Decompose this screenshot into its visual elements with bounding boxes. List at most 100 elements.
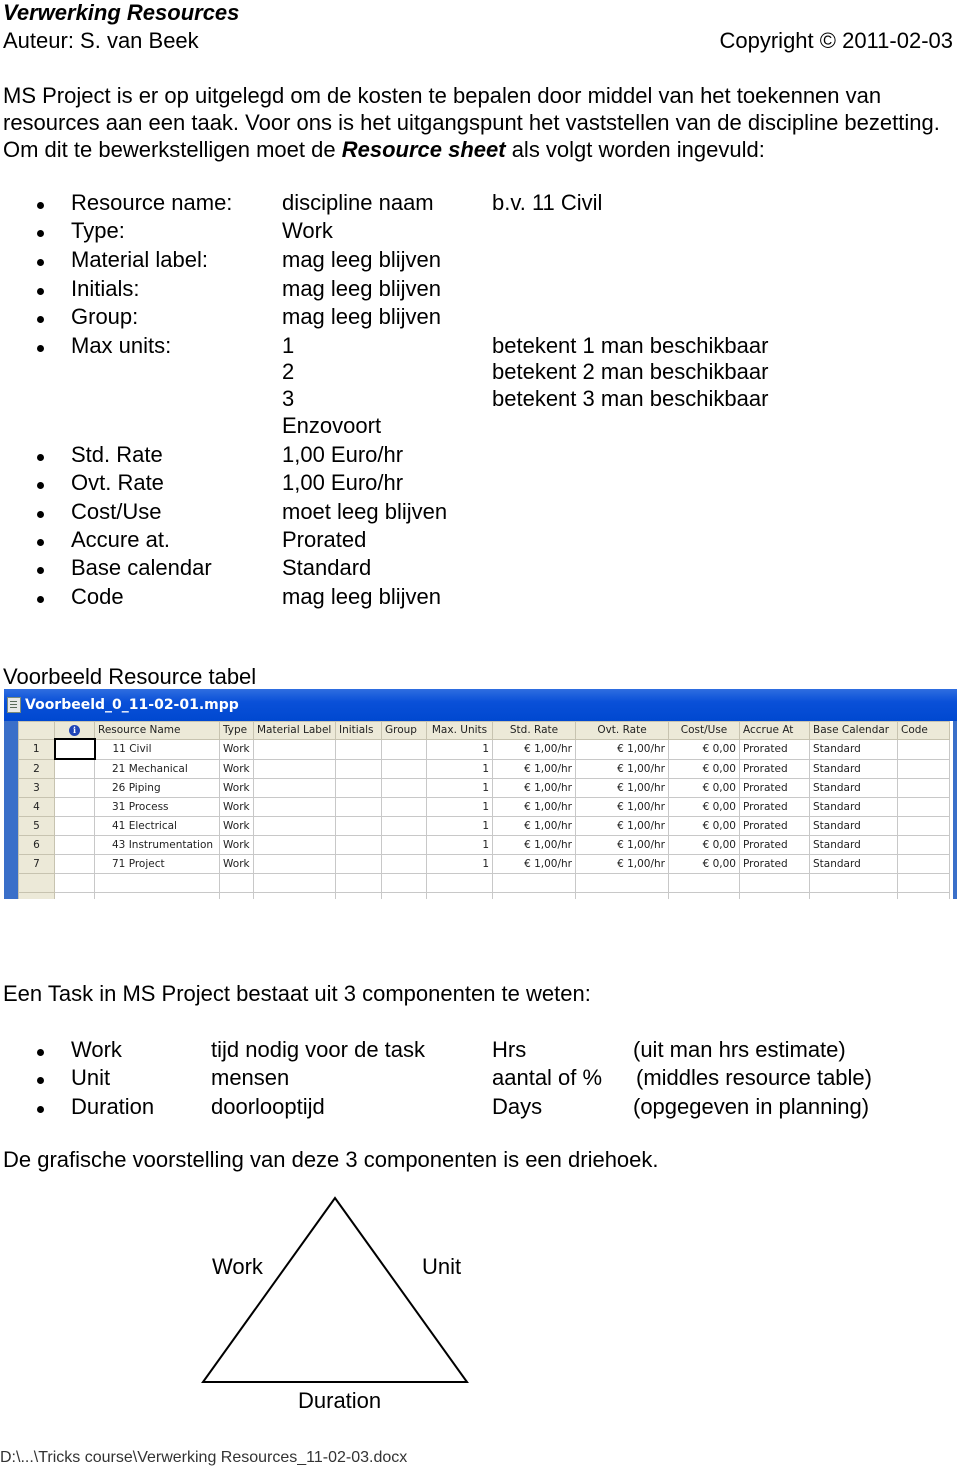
empty-cell[interactable]: [492, 873, 576, 893]
material-label-cell[interactable]: [253, 778, 336, 798]
empty-cell[interactable]: [575, 873, 669, 893]
column-header-material-label[interactable]: Material Label: [253, 721, 336, 740]
group-cell[interactable]: [381, 778, 427, 798]
base-calendar-cell[interactable]: Standard: [809, 854, 898, 874]
column-header-code[interactable]: Code: [897, 721, 950, 740]
std-rate-cell[interactable]: € 1,00/hr: [492, 738, 576, 760]
accrue-at-cell[interactable]: Prorated: [739, 835, 810, 855]
cost-use-cell[interactable]: € 0,00: [668, 816, 740, 836]
indicator-cell[interactable]: [54, 854, 95, 874]
cost-use-cell[interactable]: € 0,00: [668, 778, 740, 798]
column-header-std-rate[interactable]: Std. Rate: [492, 721, 576, 740]
resource-name-cell[interactable]: 41 Electrical: [94, 816, 220, 836]
material-label-cell[interactable]: [253, 816, 336, 836]
column-header-accrue-at[interactable]: Accrue At: [739, 721, 810, 740]
empty-cell[interactable]: [809, 873, 898, 893]
type-cell[interactable]: Work: [219, 758, 254, 779]
code-cell[interactable]: [897, 854, 950, 874]
row-number[interactable]: 5: [18, 816, 55, 836]
material-label-cell[interactable]: [253, 797, 336, 817]
accrue-at-cell[interactable]: Prorated: [739, 758, 810, 779]
indicator-cell[interactable]: [54, 778, 95, 798]
row-number[interactable]: 4: [18, 797, 55, 817]
initials-cell[interactable]: [335, 797, 382, 817]
material-label-cell[interactable]: [253, 854, 336, 874]
empty-cell[interactable]: [897, 873, 950, 893]
empty-cell[interactable]: [94, 892, 220, 899]
indicator-cell[interactable]: [53, 738, 96, 760]
code-cell[interactable]: [897, 835, 950, 855]
initials-cell[interactable]: [335, 758, 382, 779]
cost-use-cell[interactable]: € 0,00: [668, 797, 740, 817]
empty-cell[interactable]: [219, 892, 254, 899]
cost-use-cell[interactable]: € 0,00: [668, 758, 740, 779]
table-row[interactable]: 3 26 Piping Work 1 € 1,00/hr € 1,00/hr € 0,00 P…: [18, 778, 950, 798]
empty-cell[interactable]: [335, 892, 382, 899]
cost-use-cell[interactable]: € 0,00: [668, 854, 740, 874]
empty-cell[interactable]: [18, 873, 55, 893]
type-cell[interactable]: Work: [219, 778, 254, 798]
table-row[interactable]: 7 71 Project Work 1 € 1,00/hr € 1,00/hr € 0,00…: [18, 854, 950, 874]
ovt-rate-cell[interactable]: € 1,00/hr: [575, 816, 669, 836]
ovt-rate-cell[interactable]: € 1,00/hr: [575, 738, 669, 760]
base-calendar-cell[interactable]: Standard: [809, 738, 898, 760]
row-number[interactable]: 6: [18, 835, 55, 855]
empty-cell[interactable]: [668, 892, 740, 899]
indicator-cell[interactable]: [54, 835, 95, 855]
cost-use-cell[interactable]: € 0,00: [668, 835, 740, 855]
group-cell[interactable]: [381, 816, 427, 836]
column-header-max-units[interactable]: Max. Units: [426, 721, 493, 740]
std-rate-cell[interactable]: € 1,00/hr: [492, 835, 576, 855]
indicator-cell[interactable]: [54, 797, 95, 817]
resource-name-cell[interactable]: 26 Piping: [94, 778, 220, 798]
empty-cell[interactable]: [253, 892, 336, 899]
column-header-group[interactable]: Group: [381, 721, 427, 740]
empty-cell[interactable]: [18, 892, 55, 899]
group-cell[interactable]: [381, 758, 427, 779]
initials-cell[interactable]: [335, 778, 382, 798]
code-cell[interactable]: [897, 738, 950, 760]
table-row[interactable]: 5 41 Electrical Work 1 € 1,00/hr € 1,00/hr € 0…: [18, 816, 950, 836]
column-header-type[interactable]: Type: [219, 721, 254, 740]
empty-cell[interactable]: [335, 873, 382, 893]
code-cell[interactable]: [897, 758, 950, 779]
row-number[interactable]: 7: [18, 854, 55, 874]
initials-cell[interactable]: [335, 835, 382, 855]
empty-cell[interactable]: [809, 892, 898, 899]
empty-cell[interactable]: [426, 892, 493, 899]
initials-cell[interactable]: [335, 854, 382, 874]
type-cell[interactable]: Work: [219, 738, 254, 760]
group-cell[interactable]: [381, 854, 427, 874]
initials-cell[interactable]: [335, 816, 382, 836]
resource-name-cell[interactable]: 71 Project: [94, 854, 220, 874]
column-header-ovt-rate[interactable]: Ovt. Rate: [575, 721, 669, 740]
table-row[interactable]: 1 11 Civil Work 1 € 1,00/hr € 1,00/hr € 0,00 Pr…: [18, 738, 950, 760]
empty-cell[interactable]: [897, 892, 950, 899]
row-number[interactable]: 1: [18, 738, 55, 760]
empty-cell[interactable]: [668, 873, 740, 893]
base-calendar-cell[interactable]: Standard: [809, 797, 898, 817]
std-rate-cell[interactable]: € 1,00/hr: [492, 758, 576, 779]
group-cell[interactable]: [381, 835, 427, 855]
std-rate-cell[interactable]: € 1,00/hr: [492, 778, 576, 798]
material-label-cell[interactable]: [253, 758, 336, 779]
base-calendar-cell[interactable]: Standard: [809, 758, 898, 779]
max-units-cell[interactable]: 1: [426, 816, 493, 836]
max-units-cell[interactable]: 1: [426, 778, 493, 798]
table-row[interactable]: 2 21 Mechanical Work 1 € 1,00/hr € 1,00/hr € 0…: [18, 758, 950, 779]
max-units-cell[interactable]: 1: [426, 854, 493, 874]
std-rate-cell[interactable]: € 1,00/hr: [492, 816, 576, 836]
column-header-resource-name[interactable]: Resource Name: [94, 721, 220, 740]
empty-cell[interactable]: [219, 873, 254, 893]
base-calendar-cell[interactable]: Standard: [809, 778, 898, 798]
empty-cell[interactable]: [381, 873, 427, 893]
resource-name-cell[interactable]: 21 Mechanical: [94, 758, 220, 779]
std-rate-cell[interactable]: € 1,00/hr: [492, 797, 576, 817]
table-row[interactable]: 6 43 Instrumentation Work 1 € 1,00/hr € 1,00/…: [18, 835, 950, 855]
base-calendar-cell[interactable]: Standard: [809, 835, 898, 855]
code-cell[interactable]: [897, 797, 950, 817]
type-cell[interactable]: Work: [219, 835, 254, 855]
table-row[interactable]: 4 31 Process Work 1 € 1,00/hr € 1,00/hr € 0,00…: [18, 797, 950, 817]
accrue-at-cell[interactable]: Prorated: [739, 778, 810, 798]
accrue-at-cell[interactable]: Prorated: [739, 816, 810, 836]
